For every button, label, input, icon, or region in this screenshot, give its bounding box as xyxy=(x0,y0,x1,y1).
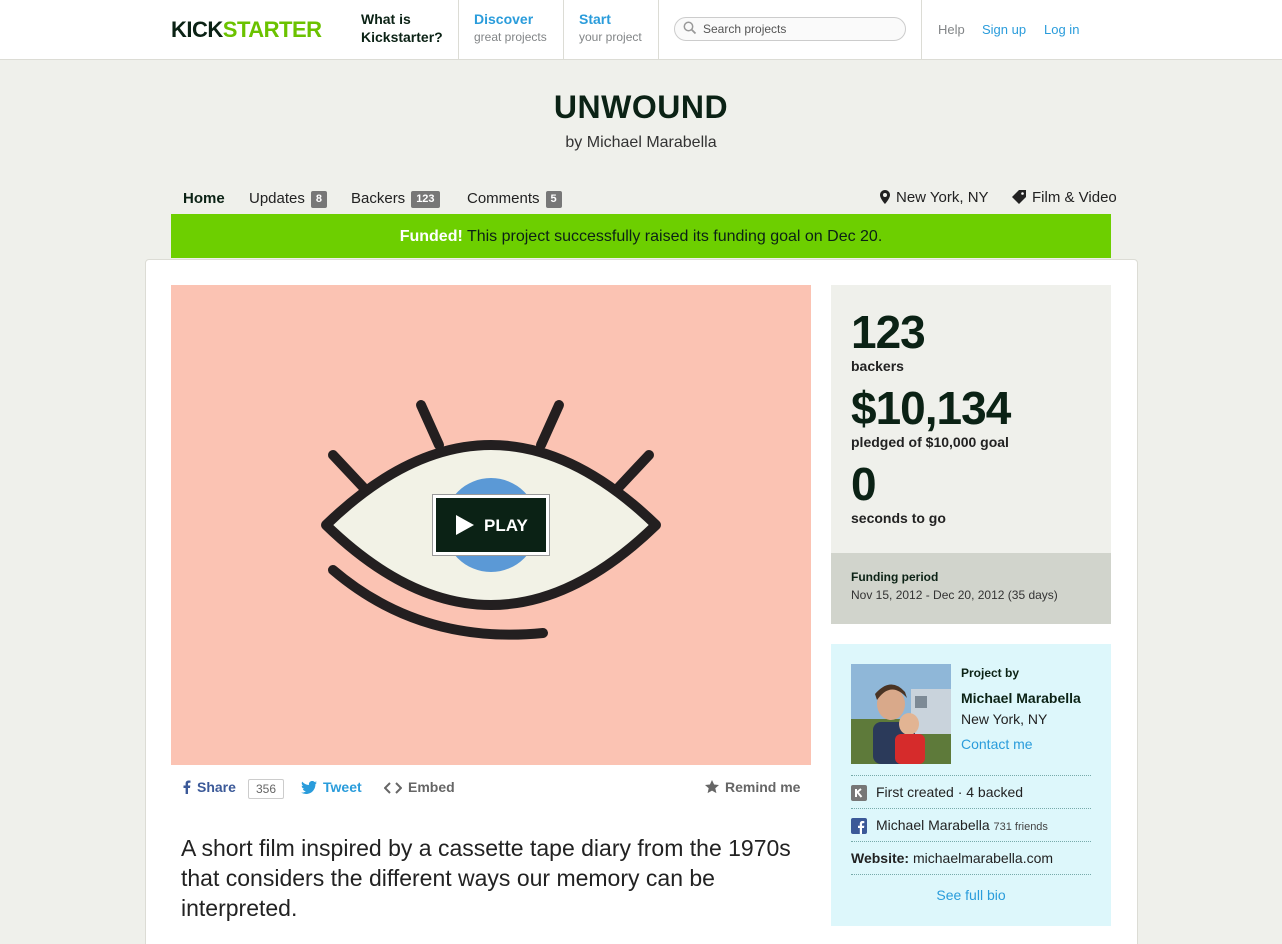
tab-updates-label: Updates xyxy=(249,190,305,207)
kickstarter-k-icon xyxy=(851,785,867,801)
nav-what-sub: Kickstarter? xyxy=(361,29,443,45)
tab-comments[interactable]: Comments 5 xyxy=(467,190,562,208)
nav-discover[interactable]: Discover great projects xyxy=(459,0,564,60)
share-count: 356 xyxy=(248,779,285,799)
updates-count-badge: 8 xyxy=(310,191,327,208)
creator-divider xyxy=(851,874,1091,875)
project-blurb: A short film inspired by a cassette tape… xyxy=(181,835,791,921)
kickstarter-logo[interactable]: KICKSTARTER xyxy=(171,17,322,43)
creator-location: New York, NY xyxy=(961,711,1048,727)
tab-home[interactable]: Home xyxy=(183,190,225,207)
header-divider xyxy=(921,0,922,60)
funding-period-box: Funding period Nov 15, 2012 - Dec 20, 20… xyxy=(831,553,1111,624)
top-navigation-bar: KICKSTARTER What is Kickstarter? Discove… xyxy=(0,0,1282,60)
login-link[interactable]: Log in xyxy=(1044,22,1079,37)
stats-panel: 123 backers $10,134 pledged of $10,000 g… xyxy=(831,285,1111,553)
nav-what-main: What is xyxy=(361,11,411,27)
tweet-button[interactable]: Tweet xyxy=(301,779,362,795)
nav-discover-sub: great projects xyxy=(474,30,547,44)
project-by-label: Project by xyxy=(961,666,1020,680)
search-icon xyxy=(683,21,697,35)
creator-panel: Project by Michael Marabella New York, N… xyxy=(831,644,1111,926)
play-icon xyxy=(456,515,474,535)
facebook-square-icon xyxy=(851,818,867,834)
project-title: UNWOUND xyxy=(553,89,729,125)
facebook-share-button[interactable]: Share xyxy=(183,779,236,795)
tweet-label: Tweet xyxy=(323,779,362,795)
tab-updates[interactable]: Updates 8 xyxy=(249,190,327,208)
backers-count: 123 xyxy=(851,306,926,358)
avatar-photo xyxy=(851,664,951,764)
star-icon xyxy=(705,780,719,794)
nav-discover-main: Discover xyxy=(474,11,534,27)
creator-name[interactable]: Michael Marabella xyxy=(961,690,1081,706)
facebook-name: Michael Marabella xyxy=(876,817,990,833)
category-label: Film & Video xyxy=(1032,189,1117,206)
backers-label: backers xyxy=(851,358,904,374)
creator-history-row: First created · 4 backed xyxy=(851,775,1091,801)
location-pin-icon xyxy=(880,190,890,204)
seconds-label: seconds to go xyxy=(851,510,946,526)
code-brackets-icon xyxy=(384,782,402,794)
location-label: New York, NY xyxy=(896,189,989,206)
project-byline[interactable]: by Michael Marabella xyxy=(0,134,1282,152)
website-link[interactable]: michaelmarabella.com xyxy=(913,850,1053,866)
see-full-bio-link[interactable]: See full bio xyxy=(831,887,1111,903)
facebook-friends: 731 friends xyxy=(993,821,1048,833)
website-label: Website: xyxy=(851,850,910,866)
logo-kick: KICK xyxy=(171,17,223,42)
seconds-count: 0 xyxy=(851,458,877,510)
project-category-link[interactable]: Film & Video xyxy=(1012,189,1117,206)
tab-backers[interactable]: Backers 123 xyxy=(351,190,440,208)
facebook-icon xyxy=(183,780,191,794)
backers-count-badge: 123 xyxy=(411,191,440,208)
nav-what-is-kickstarter[interactable]: What is Kickstarter? xyxy=(346,0,459,60)
share-label: Share xyxy=(197,779,236,795)
funding-period-heading: Funding period xyxy=(851,570,939,584)
funding-period-dates: Nov 15, 2012 - Dec 20, 2012 (35 days) xyxy=(851,588,1058,602)
tab-home-label: Home xyxy=(183,190,225,207)
nav-start-main: Start xyxy=(579,11,611,27)
play-label: PLAY xyxy=(484,516,528,535)
embed-button[interactable]: Embed xyxy=(384,779,455,795)
twitter-bird-icon xyxy=(301,781,317,794)
comments-count-badge: 5 xyxy=(545,191,562,208)
pledged-label: pledged of $10,000 goal xyxy=(851,434,1009,450)
creator-website-row: Website: michaelmarabella.com xyxy=(851,841,1091,866)
project-location-link[interactable]: New York, NY xyxy=(880,189,989,206)
tab-comments-label: Comments xyxy=(467,190,540,207)
play-button[interactable]: PLAY xyxy=(433,495,549,555)
creator-avatar[interactable] xyxy=(851,664,951,764)
search-input[interactable] xyxy=(703,20,899,38)
embed-label: Embed xyxy=(408,779,455,795)
search-box xyxy=(674,17,906,41)
nav-start[interactable]: Start your project xyxy=(564,0,659,60)
remind-me-button[interactable]: Remind me xyxy=(705,779,800,795)
funded-strong: Funded! xyxy=(399,228,463,245)
contact-me-link[interactable]: Contact me xyxy=(961,736,1033,752)
signup-link[interactable]: Sign up xyxy=(982,22,1026,37)
funded-text: This project successfully raised its fun… xyxy=(466,228,883,245)
creator-facebook-row[interactable]: Michael Marabella 731 friends xyxy=(851,808,1091,834)
nav-start-sub: your project xyxy=(579,30,642,44)
remind-label: Remind me xyxy=(725,779,801,795)
tag-icon xyxy=(1012,190,1026,204)
tab-backers-label: Backers xyxy=(351,190,406,207)
logo-starter: STARTER xyxy=(222,17,322,42)
help-link[interactable]: Help xyxy=(938,22,965,37)
funded-banner: Funded! This project successfully raised… xyxy=(171,214,1111,258)
creator-history: First created · 4 backed xyxy=(876,784,1024,800)
pledged-amount: $10,134 xyxy=(851,382,1011,434)
